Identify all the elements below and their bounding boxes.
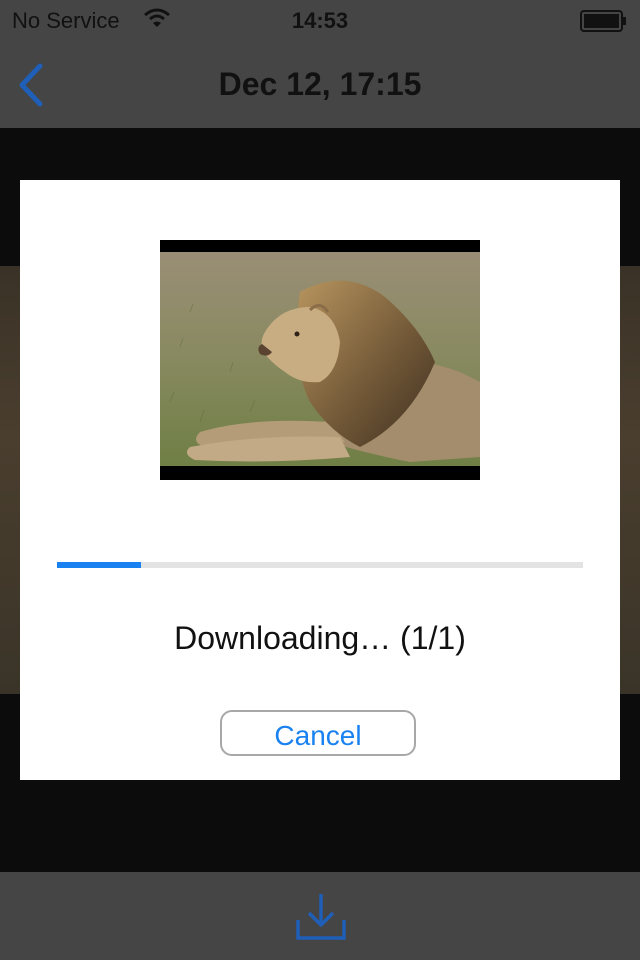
status-bar: No Service 14:53	[0, 0, 640, 40]
photo-thumbnail	[160, 240, 480, 480]
page-title: Dec 12, 17:15	[218, 66, 422, 102]
download-button[interactable]	[294, 890, 348, 944]
download-progress-bar	[57, 562, 583, 568]
clock: 14:53	[291, 8, 349, 33]
cancel-button[interactable]: Cancel	[220, 710, 416, 756]
navigation-bar: Dec 12, 17:15	[0, 40, 640, 128]
download-status-text: Downloading… (1/1)	[174, 620, 466, 656]
battery-icon	[580, 10, 628, 37]
lion-photo	[160, 252, 480, 466]
bottom-toolbar	[0, 872, 640, 960]
download-progress-dialog: Downloading… (1/1) Cancel	[20, 180, 620, 780]
progress-fill	[57, 562, 142, 568]
download-tray-icon	[296, 894, 346, 940]
